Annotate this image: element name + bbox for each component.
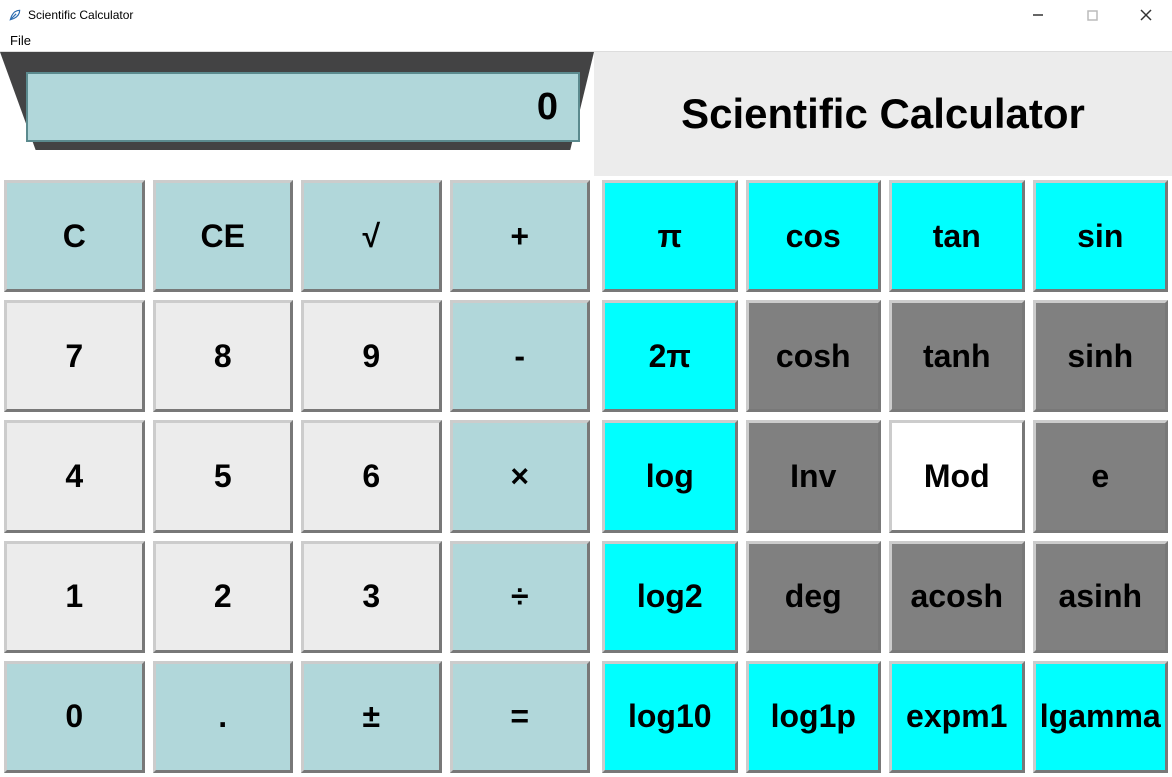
- maximize-button[interactable]: [1074, 3, 1110, 27]
- expm1-button[interactable]: expm1: [889, 661, 1025, 773]
- e-button[interactable]: e: [1033, 420, 1169, 532]
- log10-button[interactable]: log10: [602, 661, 738, 773]
- titlebar-left: Scientific Calculator: [8, 8, 133, 22]
- multiply-button[interactable]: ×: [450, 420, 591, 532]
- window-titlebar: Scientific Calculator: [0, 0, 1172, 30]
- clear-button[interactable]: C: [4, 180, 145, 292]
- digit-5-button[interactable]: 5: [153, 420, 294, 532]
- tan-button[interactable]: tan: [889, 180, 1025, 292]
- log2-button[interactable]: log2: [602, 541, 738, 653]
- right-panel: Scientific Calculator π cos tan sin 2π c…: [594, 52, 1172, 777]
- two-pi-button[interactable]: 2π: [602, 300, 738, 412]
- pi-button[interactable]: π: [602, 180, 738, 292]
- digit-1-button[interactable]: 1: [4, 541, 145, 653]
- window-title: Scientific Calculator: [28, 8, 133, 22]
- page-title: Scientific Calculator: [681, 90, 1085, 138]
- clear-entry-button[interactable]: CE: [153, 180, 294, 292]
- equals-button[interactable]: =: [450, 661, 591, 773]
- digit-9-button[interactable]: 9: [301, 300, 442, 412]
- digit-6-button[interactable]: 6: [301, 420, 442, 532]
- asinh-button[interactable]: asinh: [1033, 541, 1169, 653]
- log1p-button[interactable]: log1p: [746, 661, 882, 773]
- cosh-button[interactable]: cosh: [746, 300, 882, 412]
- mod-button[interactable]: Mod: [889, 420, 1025, 532]
- minimize-button[interactable]: [1020, 3, 1056, 27]
- sinh-button[interactable]: sinh: [1033, 300, 1169, 412]
- cos-button[interactable]: cos: [746, 180, 882, 292]
- digit-3-button[interactable]: 3: [301, 541, 442, 653]
- display-area: 0: [0, 52, 594, 176]
- deg-button[interactable]: deg: [746, 541, 882, 653]
- digit-0-button[interactable]: 0: [4, 661, 145, 773]
- display-field[interactable]: 0: [26, 72, 580, 142]
- right-header: Scientific Calculator: [594, 52, 1172, 176]
- scientific-grid: π cos tan sin 2π cosh tanh sinh log Inv …: [594, 176, 1172, 777]
- digit-8-button[interactable]: 8: [153, 300, 294, 412]
- digit-2-button[interactable]: 2: [153, 541, 294, 653]
- sqrt-button[interactable]: √: [301, 180, 442, 292]
- digit-4-button[interactable]: 4: [4, 420, 145, 532]
- close-button[interactable]: [1128, 3, 1164, 27]
- acosh-button[interactable]: acosh: [889, 541, 1025, 653]
- plus-button[interactable]: +: [450, 180, 591, 292]
- decimal-button[interactable]: .: [153, 661, 294, 773]
- numpad-grid: C CE √ + 7 8 9 - 4 5 6 × 1 2 3 ÷ 0 . ± =: [0, 176, 594, 777]
- calculator-app: 0 C CE √ + 7 8 9 - 4 5 6 × 1 2 3 ÷ 0 . ±: [0, 52, 1172, 777]
- inv-button[interactable]: Inv: [746, 420, 882, 532]
- feather-icon: [8, 8, 22, 22]
- digit-7-button[interactable]: 7: [4, 300, 145, 412]
- tanh-button[interactable]: tanh: [889, 300, 1025, 412]
- menu-file[interactable]: File: [4, 31, 37, 50]
- divide-button[interactable]: ÷: [450, 541, 591, 653]
- sin-button[interactable]: sin: [1033, 180, 1169, 292]
- minus-button[interactable]: -: [450, 300, 591, 412]
- log-button[interactable]: log: [602, 420, 738, 532]
- left-panel: 0 C CE √ + 7 8 9 - 4 5 6 × 1 2 3 ÷ 0 . ±: [0, 52, 594, 777]
- window-controls: [1020, 3, 1164, 27]
- lgamma-button[interactable]: lgamma: [1033, 661, 1169, 773]
- menubar: File: [0, 30, 1172, 52]
- plus-minus-button[interactable]: ±: [301, 661, 442, 773]
